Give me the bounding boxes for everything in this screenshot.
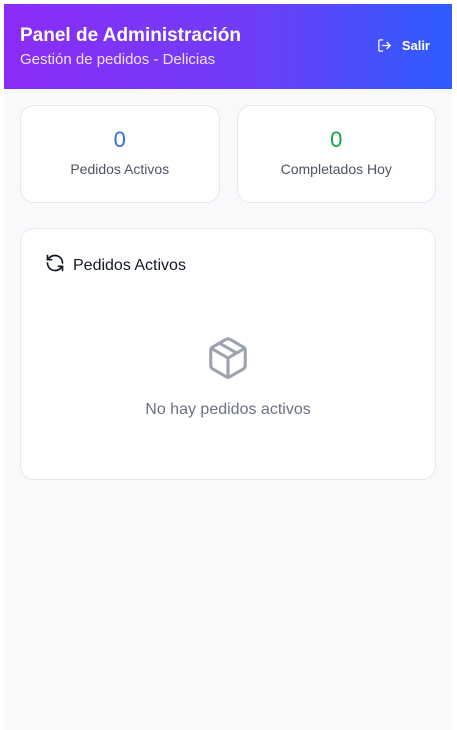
stat-card-active: 0 Pedidos Activos [20, 105, 220, 203]
stat-card-completed: 0 Completados Hoy [236, 105, 436, 203]
stat-label-completed: Completados Hoy [280, 161, 392, 177]
empty-message: No hay pedidos activos [145, 401, 311, 418]
logout-label: Salir [401, 38, 430, 53]
active-orders-header: Pedidos Activos [21, 229, 435, 278]
package-icon [205, 337, 251, 385]
stats-row: 0 Pedidos Activos 0 Completados Hoy [4, 89, 452, 203]
logout-button[interactable]: Salir [377, 38, 430, 53]
stat-label-active: Pedidos Activos [70, 161, 170, 177]
refresh-icon[interactable] [45, 253, 65, 278]
active-orders-card: Pedidos Activos No hay pedidos activos [20, 228, 436, 480]
empty-state: No hay pedidos activos [21, 335, 435, 419]
stat-value-completed: 0 [330, 127, 343, 152]
admin-panel: Panel de Administración Gestión de pedid… [4, 4, 452, 730]
logout-icon [377, 38, 392, 53]
page-subtitle: Gestión de pedidos - Delicias [20, 51, 216, 68]
stat-value-active: 0 [113, 127, 126, 152]
page-title: Panel de Administración [20, 25, 242, 46]
header: Panel de Administración Gestión de pedid… [4, 4, 452, 89]
active-orders-title: Pedidos Activos [73, 256, 186, 274]
